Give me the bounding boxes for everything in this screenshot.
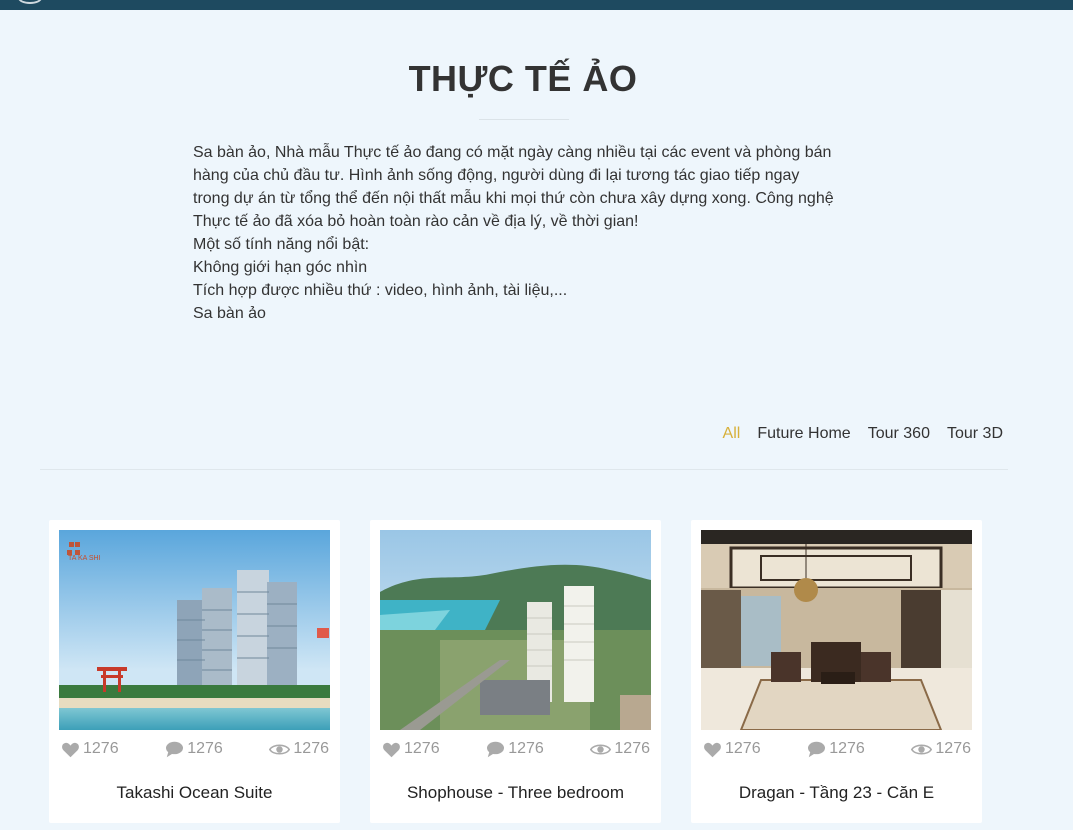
eye-icon xyxy=(911,743,933,755)
eye-icon xyxy=(590,743,612,755)
views-count: 1276 xyxy=(935,740,971,757)
comment-icon xyxy=(808,741,826,757)
comments-count: 1276 xyxy=(187,740,223,757)
likes-stat[interactable]: 1276 xyxy=(61,740,119,758)
intro-line: trong dự án từ tổng thể đến nội thất mẫu… xyxy=(193,190,834,207)
intro-line: Một số tính năng nổi bật: xyxy=(193,236,370,253)
comments-count: 1276 xyxy=(829,740,865,757)
site-logo[interactable] xyxy=(18,0,42,4)
heart-icon xyxy=(62,742,79,757)
likes-count: 1276 xyxy=(404,740,440,757)
views-stat[interactable]: 1276 xyxy=(590,740,650,758)
project-card[interactable]: 1276 1276 1276 Shophouse - Three bedroom xyxy=(370,520,661,823)
likes-count: 1276 xyxy=(83,740,119,757)
likes-stat[interactable]: 1276 xyxy=(382,740,440,758)
views-stat[interactable]: 1276 xyxy=(911,740,971,758)
title-divider xyxy=(479,119,569,120)
card-stats: 1276 1276 1276 xyxy=(703,740,971,758)
intro-line: Thực tế ảo đã xóa bỏ hoàn toàn rào cản v… xyxy=(193,213,639,230)
heart-icon xyxy=(704,742,721,757)
card-stats: 1276 1276 1276 xyxy=(382,740,650,758)
project-thumbnail[interactable]: TA KA SHI xyxy=(59,530,330,730)
project-thumbnail[interactable] xyxy=(380,530,651,730)
intro-text: Sa bàn ảo, Nhà mẫu Thực tế ảo đang có mặ… xyxy=(193,141,863,325)
intro-line: hàng của chủ đầu tư. Hình ảnh sống động,… xyxy=(193,167,800,184)
intro-line: Không giới hạn góc nhìn xyxy=(193,259,368,276)
project-title[interactable]: Takashi Ocean Suite xyxy=(49,783,340,803)
category-filter: All Future Home Tour 360 Tour 3D xyxy=(723,425,1003,443)
likes-count: 1276 xyxy=(725,740,761,757)
comments-stat[interactable]: 1276 xyxy=(165,740,223,758)
project-card[interactable]: 1276 1276 1276 Dragan - Tầng 23 - Căn E xyxy=(691,520,982,823)
views-count: 1276 xyxy=(614,740,650,757)
project-title[interactable]: Dragan - Tầng 23 - Căn E xyxy=(691,783,982,803)
intro-line: Sa bàn ảo, Nhà mẫu Thực tế ảo đang có mặ… xyxy=(193,144,832,161)
filter-future-home[interactable]: Future Home xyxy=(757,425,850,443)
thumbnail-text: TA KA SHI xyxy=(68,555,101,562)
filter-divider xyxy=(40,469,1008,470)
top-navbar xyxy=(0,0,1073,10)
filter-tour-360[interactable]: Tour 360 xyxy=(868,425,930,443)
filter-all[interactable]: All xyxy=(723,425,741,443)
comment-icon xyxy=(487,741,505,757)
comments-stat[interactable]: 1276 xyxy=(807,740,865,758)
intro-line: Tích hợp được nhiều thứ : video, hình ản… xyxy=(193,282,568,299)
project-title[interactable]: Shophouse - Three bedroom xyxy=(370,783,661,803)
card-stats: 1276 1276 1276 xyxy=(61,740,329,758)
filter-tour-3d[interactable]: Tour 3D xyxy=(947,425,1003,443)
eye-icon xyxy=(269,743,291,755)
views-count: 1276 xyxy=(293,740,329,757)
project-thumbnail[interactable] xyxy=(701,530,972,730)
intro-line: Sa bàn ảo xyxy=(193,305,266,322)
page-title: THỰC TẾ ẢO xyxy=(408,58,638,99)
heart-icon xyxy=(383,742,400,757)
comments-stat[interactable]: 1276 xyxy=(486,740,544,758)
likes-stat[interactable]: 1276 xyxy=(703,740,761,758)
views-stat[interactable]: 1276 xyxy=(269,740,329,758)
comment-icon xyxy=(166,741,184,757)
project-card[interactable]: TA KA SHI 1276 1276 1276 Takashi Ocean S… xyxy=(49,520,340,823)
comments-count: 1276 xyxy=(508,740,544,757)
project-grid: TA KA SHI 1276 1276 1276 Takashi Ocean S… xyxy=(49,520,982,823)
